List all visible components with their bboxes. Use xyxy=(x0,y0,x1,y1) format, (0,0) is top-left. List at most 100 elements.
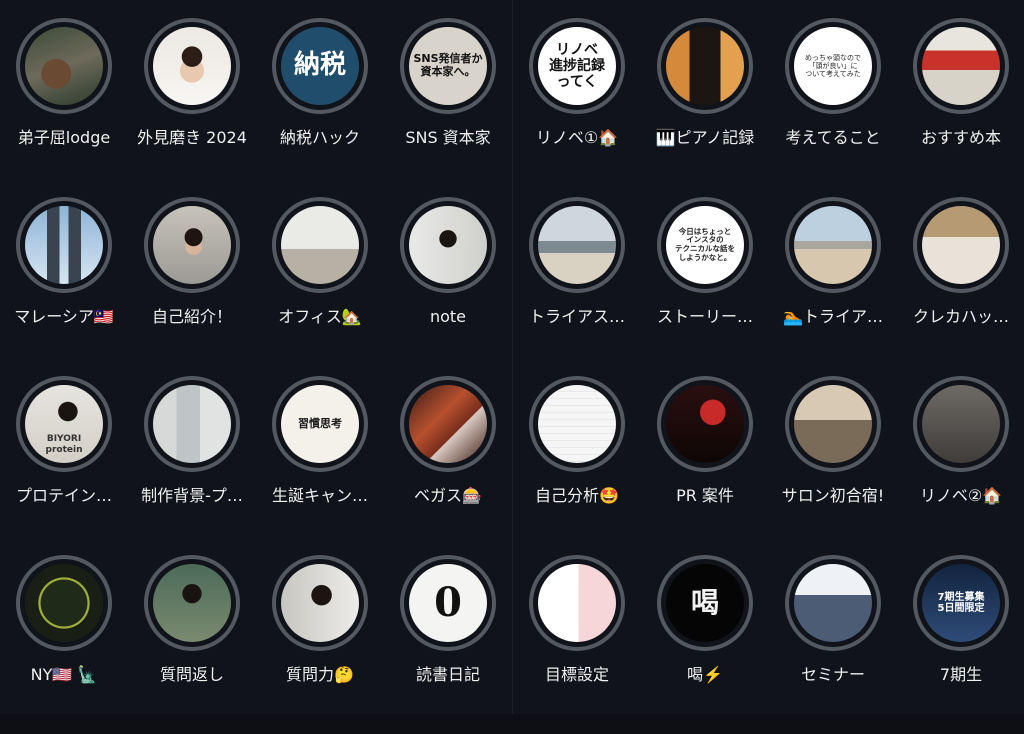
highlight-item[interactable]: NY🇺🇸 🗽 xyxy=(0,555,128,734)
highlight-item[interactable]: サロン初合宿! xyxy=(769,376,897,555)
highlight-ring[interactable]: 7期生募集 5日間限定 xyxy=(913,555,1009,651)
highlight-ring[interactable] xyxy=(400,376,496,472)
highlight-cover-image: 今日はちょっと インスタの テクニカルな話を しようかなと。 xyxy=(666,206,744,284)
highlight-ring[interactable] xyxy=(144,376,240,472)
highlight-cover-image xyxy=(538,206,616,284)
highlight-label: 生誕キャン… xyxy=(271,486,368,505)
highlight-item[interactable]: 7期生募集 5日間限定 7期生 xyxy=(897,555,1024,734)
highlight-ring[interactable] xyxy=(16,555,112,651)
highlight-label: おすすめ本 xyxy=(920,128,1001,147)
highlights-panel-left: 弟子屈lodge 外見磨き 2024 納税 納税ハック SNS発信者か 資本家へ。 SNS… xyxy=(0,0,512,714)
highlight-ring[interactable] xyxy=(913,197,1009,293)
highlight-cover-text: SNS発信者か 資本家へ。 xyxy=(413,52,483,78)
highlight-cover-image xyxy=(794,385,872,463)
highlight-ring[interactable]: 今日はちょっと インスタの テクニカルな話を しようかなと。 xyxy=(657,197,753,293)
highlight-item[interactable]: 質問返し xyxy=(128,555,256,734)
highlight-item[interactable]: リノベ②🏠 xyxy=(897,376,1024,555)
highlight-ring[interactable] xyxy=(913,18,1009,114)
highlight-ring[interactable] xyxy=(785,376,881,472)
highlight-item[interactable]: 弟子屈lodge xyxy=(0,18,128,197)
highlight-item[interactable]: 0 読書日記 xyxy=(384,555,512,734)
highlight-ring[interactable] xyxy=(657,376,753,472)
highlight-item[interactable]: note xyxy=(384,197,512,376)
highlight-item[interactable]: 🏊トライア… xyxy=(769,197,897,376)
highlight-cover-text: 7期生募集 5日間限定 xyxy=(937,591,985,615)
highlight-ring[interactable] xyxy=(529,555,625,651)
highlight-ring[interactable]: リノベ 進捗記録 ってく xyxy=(529,18,625,114)
highlight-label: リノベ②🏠 xyxy=(919,486,1003,505)
highlight-item[interactable]: SNS発信者か 資本家へ。 SNS 資本家 xyxy=(384,18,512,197)
highlight-ring[interactable] xyxy=(529,197,625,293)
highlight-ring[interactable] xyxy=(529,376,625,472)
highlight-ring[interactable]: BIYORI protein xyxy=(16,376,112,472)
highlight-item[interactable]: 外見磨き 2024 xyxy=(128,18,256,197)
highlight-cover-text: 今日はちょっと インスタの テクニカルな話を しようかなと。 xyxy=(675,226,735,262)
highlight-ring[interactable] xyxy=(144,197,240,293)
highlight-ring[interactable] xyxy=(272,197,368,293)
highlight-cover-image xyxy=(538,564,616,642)
highlight-item[interactable]: 今日はちょっと インスタの テクニカルな話を しようかなと。ストーリー… xyxy=(641,197,769,376)
highlight-ring[interactable] xyxy=(400,197,496,293)
highlight-item[interactable]: マレーシア🇲🇾 xyxy=(0,197,128,376)
highlight-item[interactable]: セミナー xyxy=(769,555,897,734)
highlight-ring[interactable]: めっちゃ頭なので 「頭が良い」に ついて考えてみた xyxy=(785,18,881,114)
highlight-label: ベガス🎰 xyxy=(414,486,482,505)
highlight-label: 外見磨き 2024 xyxy=(137,128,247,147)
highlight-item[interactable]: 🎹ピアノ記録 xyxy=(641,18,769,197)
highlight-label: 質問力🤔 xyxy=(286,665,354,684)
highlight-label: 🏊トライア… xyxy=(783,307,883,326)
highlight-label: リノベ①🏠 xyxy=(535,128,619,147)
highlight-ring[interactable] xyxy=(657,18,753,114)
highlight-cover-image: リノベ 進捗記録 ってく xyxy=(538,27,616,105)
highlight-item[interactable]: トライアス… xyxy=(513,197,641,376)
highlight-label: 喝⚡️ xyxy=(687,665,723,684)
highlight-ring[interactable]: 習慣思考 xyxy=(272,376,368,472)
highlight-item[interactable]: 目標設定 xyxy=(513,555,641,734)
highlight-label: ストーリー… xyxy=(656,307,753,326)
highlight-label: セミナー xyxy=(800,665,865,684)
highlight-item[interactable]: クレカハッ… xyxy=(897,197,1024,376)
highlight-item[interactable]: PR 案件 xyxy=(641,376,769,555)
highlight-item[interactable]: おすすめ本 xyxy=(897,18,1024,197)
highlight-cover-image: SNS発信者か 資本家へ。 xyxy=(409,27,487,105)
highlight-ring[interactable] xyxy=(144,18,240,114)
highlight-item[interactable]: オフィス🏡 xyxy=(256,197,384,376)
highlight-cover-text: リノベ 進捗記録 ってく xyxy=(549,41,605,91)
highlight-ring[interactable] xyxy=(144,555,240,651)
highlight-item[interactable]: めっちゃ頭なので 「頭が良い」に ついて考えてみた 考えてること xyxy=(769,18,897,197)
highlight-item[interactable]: 習慣思考生誕キャン… xyxy=(256,376,384,555)
highlight-ring[interactable] xyxy=(785,197,881,293)
highlight-ring[interactable]: 0 xyxy=(400,555,496,651)
highlight-label: 自己紹介！ xyxy=(151,307,232,326)
highlight-ring[interactable] xyxy=(272,555,368,651)
highlight-cover-image xyxy=(281,206,359,284)
highlight-ring[interactable] xyxy=(913,376,1009,472)
highlight-item[interactable]: リノベ 進捗記録 ってくリノベ①🏠 xyxy=(513,18,641,197)
highlight-ring[interactable] xyxy=(16,18,112,114)
highlight-cover-image xyxy=(666,27,744,105)
highlight-ring[interactable]: 納税 xyxy=(272,18,368,114)
highlight-item[interactable]: BIYORI protein プロテイン… xyxy=(0,376,128,555)
highlight-ring[interactable] xyxy=(16,197,112,293)
highlight-item[interactable]: 質問力🤔 xyxy=(256,555,384,734)
highlight-cover-text: 喝 xyxy=(690,585,719,619)
highlight-label: クレカハッ… xyxy=(912,307,1009,326)
highlight-cover-image xyxy=(922,385,1000,463)
highlight-cover-text: 納税 xyxy=(293,50,346,81)
highlight-ring[interactable]: 喝 xyxy=(657,555,753,651)
highlight-item[interactable]: 納税 納税ハック xyxy=(256,18,384,197)
highlight-cover-image: めっちゃ頭なので 「頭が良い」に ついて考えてみた xyxy=(794,27,872,105)
highlight-item[interactable]: 自己紹介！ xyxy=(128,197,256,376)
highlight-label: 7期生 xyxy=(939,665,983,684)
highlight-item[interactable]: 制作背景-プ… xyxy=(128,376,256,555)
highlight-ring[interactable]: SNS発信者か 資本家へ。 xyxy=(400,18,496,114)
highlight-cover-image xyxy=(25,206,103,284)
highlight-item[interactable]: 自己分析🤩 xyxy=(513,376,641,555)
highlight-cover-image xyxy=(409,206,487,284)
highlight-item[interactable]: ベガス🎰 xyxy=(384,376,512,555)
highlight-item[interactable]: 喝喝⚡️ xyxy=(641,555,769,734)
highlight-ring[interactable] xyxy=(785,555,881,651)
highlight-cover-image: 喝 xyxy=(666,564,744,642)
highlight-label: プロテイン… xyxy=(15,486,112,505)
highlight-cover-image: 7期生募集 5日間限定 xyxy=(922,564,1000,642)
